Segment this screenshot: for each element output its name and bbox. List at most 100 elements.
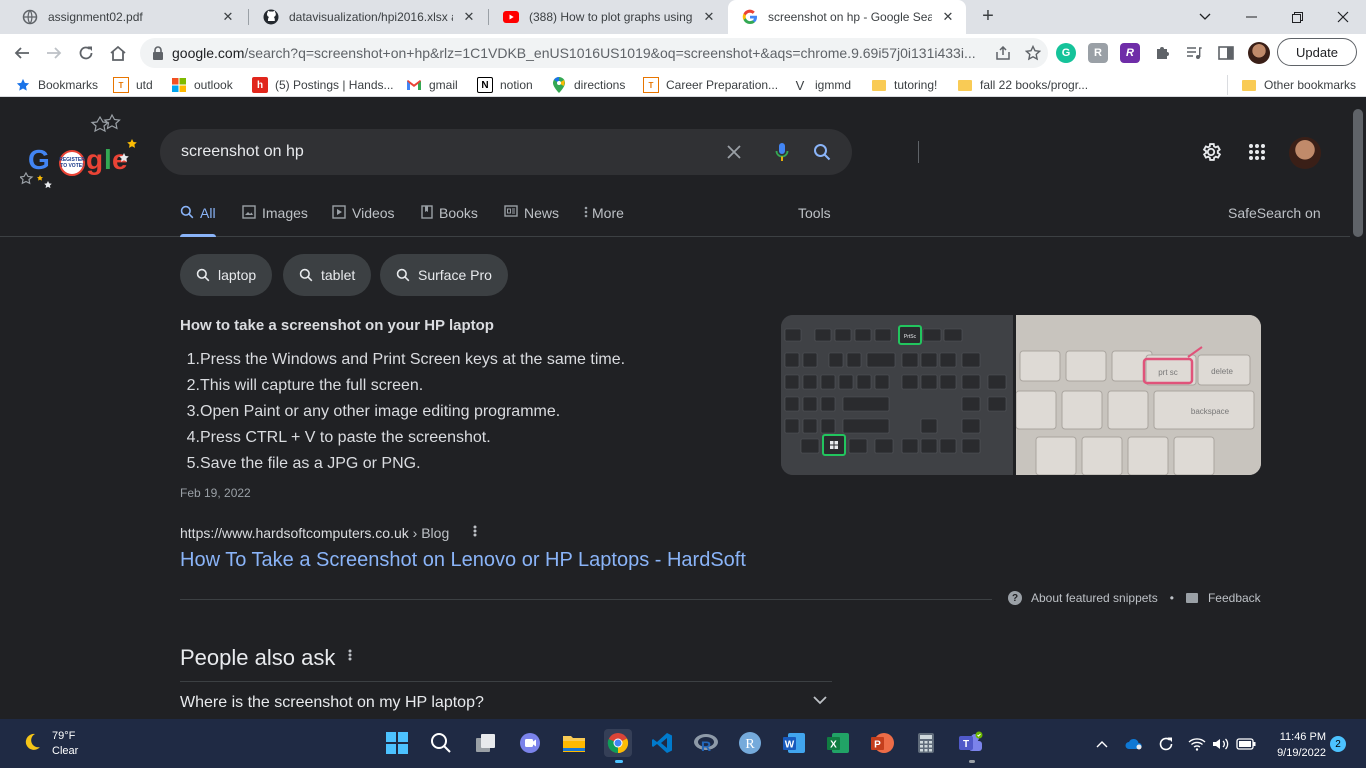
search-icon[interactable] xyxy=(810,140,834,164)
about-snippets-link[interactable]: About featured snippets xyxy=(1031,591,1158,605)
tab-books[interactable]: Books xyxy=(421,205,478,235)
google-doodle-logo[interactable]: G REGISTER TO VOTE! g l e xyxy=(18,109,140,189)
tab-images[interactable]: Images xyxy=(242,205,308,235)
media-control-icon[interactable] xyxy=(1184,43,1204,63)
chevron-down-icon[interactable] xyxy=(1182,0,1228,34)
laptop-keys-image[interactable]: prt sc delete backspace xyxy=(1016,315,1261,475)
file-explorer-icon[interactable] xyxy=(560,729,588,757)
notification-badge[interactable]: 2 xyxy=(1330,736,1346,752)
address-bar[interactable]: google.com/search?q=screenshot+on+hp&rlz… xyxy=(140,38,1048,68)
feedback-link[interactable]: Feedback xyxy=(1208,591,1261,605)
tab-more[interactable]: More xyxy=(584,205,624,235)
tab-youtube[interactable]: (388) How to plot graphs using E ✕ xyxy=(489,0,727,34)
restore-icon[interactable] xyxy=(1274,0,1320,34)
result-title-link[interactable]: How To Take a Screenshot on Lenovo or HP… xyxy=(180,549,746,572)
task-view-icon[interactable] xyxy=(472,729,500,757)
volume-icon[interactable] xyxy=(1211,734,1231,754)
rstudio-icon[interactable]: R xyxy=(692,729,720,757)
chevron-up-icon[interactable] xyxy=(1092,734,1112,754)
bookmark-career[interactable]: T Career Preparation... xyxy=(643,75,778,95)
share-icon[interactable] xyxy=(988,46,1018,60)
chip-laptop[interactable]: laptop xyxy=(180,254,273,296)
scrollbar-thumb[interactable] xyxy=(1353,109,1363,237)
teams-icon[interactable]: T xyxy=(956,729,984,757)
bookmark-notion[interactable]: N notion xyxy=(477,75,533,95)
scrollbar[interactable] xyxy=(1350,97,1366,719)
minimize-icon[interactable] xyxy=(1228,0,1274,34)
safesearch-button[interactable]: SafeSearch on xyxy=(1228,205,1321,235)
bookmark-fall22[interactable]: fall 22 books/progr... xyxy=(957,75,1088,95)
forward-icon[interactable] xyxy=(42,41,66,65)
close-icon[interactable]: ✕ xyxy=(940,9,956,25)
calculator-icon[interactable] xyxy=(912,729,940,757)
back-icon[interactable] xyxy=(10,41,34,65)
r-icon[interactable]: R xyxy=(736,729,764,757)
chrome-icon[interactable] xyxy=(604,729,632,757)
bookmarks-bar: Bookmarks T utd outlook h (5) Postings |… xyxy=(0,72,1366,97)
grammarly-icon[interactable]: G xyxy=(1056,43,1076,63)
wifi-icon[interactable] xyxy=(1187,734,1207,754)
bookmark-outlook[interactable]: outlook xyxy=(171,75,233,95)
tab-news[interactable]: News xyxy=(504,205,559,235)
home-icon[interactable] xyxy=(106,41,130,65)
onedrive-icon[interactable] xyxy=(1124,734,1144,754)
close-icon[interactable]: ✕ xyxy=(701,9,717,25)
word-icon[interactable]: W xyxy=(780,729,808,757)
chip-tablet[interactable]: tablet xyxy=(283,254,372,296)
chip-surface-pro[interactable]: Surface Pro xyxy=(380,254,508,296)
teams-chat-icon[interactable] xyxy=(516,729,544,757)
keyboard-image[interactable]: PrtSc xyxy=(781,315,1013,475)
system-clock[interactable]: 11:46 PM 9/19/2022 xyxy=(1262,729,1326,761)
powerpoint-icon[interactable]: P xyxy=(868,729,896,757)
update-button[interactable]: Update xyxy=(1277,38,1357,66)
bookmark-other[interactable]: Other bookmarks xyxy=(1227,75,1356,95)
tab-all[interactable]: All xyxy=(180,205,216,237)
excel-icon[interactable]: X xyxy=(824,729,852,757)
gear-icon[interactable] xyxy=(1198,139,1224,165)
sync-icon[interactable] xyxy=(1156,734,1176,754)
search-box[interactable]: screenshot on hp xyxy=(160,129,919,175)
reload-icon[interactable] xyxy=(74,41,98,65)
close-icon[interactable]: ✕ xyxy=(220,9,236,25)
weather-widget[interactable]: 79°F Clear xyxy=(22,729,78,759)
puzzle-icon[interactable] xyxy=(1152,43,1172,63)
tools-label: Tools xyxy=(798,205,831,221)
tab-github[interactable]: datavisualization/hpi2016.xlsx at ✕ xyxy=(249,0,487,34)
paa-question[interactable]: Where is the screenshot on my HP laptop? xyxy=(180,694,484,712)
chevron-down-icon[interactable] xyxy=(812,693,828,711)
windows-start-icon[interactable] xyxy=(383,729,411,757)
bookmark-directions[interactable]: directions xyxy=(551,75,625,95)
bookmark-tutoring[interactable]: tutoring! xyxy=(871,75,937,95)
svg-text:W: W xyxy=(785,740,795,751)
apps-grid-icon[interactable] xyxy=(1244,139,1270,165)
tab-assignment[interactable]: assignment02.pdf ✕ xyxy=(8,0,246,34)
tools-button[interactable]: Tools xyxy=(798,205,831,235)
r-extension-icon[interactable]: R xyxy=(1120,43,1140,63)
new-tab-button[interactable]: + xyxy=(976,5,1000,29)
more-vertical-icon[interactable] xyxy=(348,648,352,667)
lock-icon[interactable] xyxy=(144,46,172,60)
account-avatar[interactable] xyxy=(1289,137,1321,169)
tab-google-search[interactable]: screenshot on hp - Google Searc ✕ xyxy=(728,0,966,34)
bookmark-star-icon[interactable] xyxy=(1018,45,1048,61)
bookmark-bookmarks[interactable]: Bookmarks xyxy=(15,75,98,95)
bookmark-utd[interactable]: T utd xyxy=(113,75,153,95)
clear-icon[interactable] xyxy=(722,140,746,164)
more-vertical-icon[interactable] xyxy=(473,524,477,543)
search-icon[interactable] xyxy=(427,729,455,757)
close-window-icon[interactable] xyxy=(1320,0,1366,34)
bookmark-gmail[interactable]: gmail xyxy=(406,75,458,95)
side-panel-icon[interactable] xyxy=(1216,43,1236,63)
search-input[interactable]: screenshot on hp xyxy=(181,143,304,161)
close-icon[interactable]: ✕ xyxy=(461,9,477,25)
profile-avatar[interactable] xyxy=(1248,42,1270,64)
tab-videos[interactable]: Videos xyxy=(332,205,395,235)
microphone-icon[interactable] xyxy=(770,140,794,164)
bookmark-label: utd xyxy=(136,78,153,92)
bookmark-igmmd[interactable]: V igmmd xyxy=(792,75,851,95)
bookmark-handshake[interactable]: h (5) Postings | Hands... xyxy=(252,75,394,95)
extension-icon[interactable]: R xyxy=(1088,43,1108,63)
battery-icon[interactable] xyxy=(1236,734,1256,754)
vscode-icon[interactable] xyxy=(648,729,676,757)
result-citation[interactable]: https://www.hardsoftcomputers.co.uk › Bl… xyxy=(180,525,449,541)
